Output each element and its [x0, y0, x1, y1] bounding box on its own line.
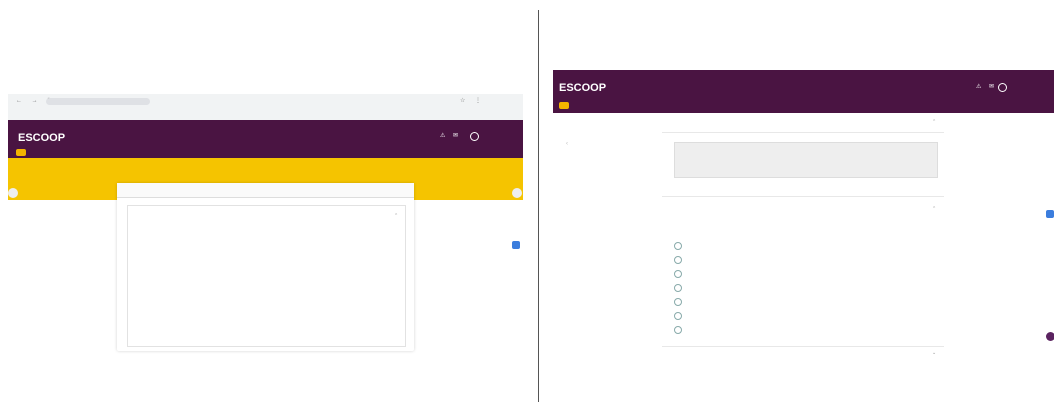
chat-fab-button[interactable]	[1046, 210, 1054, 218]
checklist-item[interactable]	[674, 270, 687, 278]
subnav-item-active[interactable]	[559, 102, 569, 109]
divider	[662, 346, 944, 347]
card-header	[117, 183, 414, 198]
checklist-item[interactable]	[674, 312, 687, 320]
user-menu[interactable]	[998, 83, 1009, 92]
app-logo[interactable]: ESCOOP	[18, 132, 65, 144]
description-box	[674, 142, 938, 178]
checklist-item[interactable]	[674, 298, 687, 306]
chevron-up-icon[interactable]: ⌃	[394, 213, 398, 219]
browser-chrome: ← → ↻ ☆ ⋮	[8, 94, 523, 120]
help-fab-button[interactable]	[1046, 332, 1054, 341]
main-content: ⌃ ⌃ ⌄	[662, 114, 944, 402]
carousel-next-button[interactable]	[512, 188, 522, 198]
browser-action-icons[interactable]: ☆ ⋮	[460, 97, 485, 104]
accordion-panel: ⌃	[127, 205, 406, 347]
subnav-item-active[interactable]	[16, 149, 26, 156]
bookmarks-bar[interactable]	[16, 109, 496, 115]
header-icons[interactable]: ⚠ ✉	[976, 83, 997, 90]
chevron-down-icon[interactable]: ⌄	[932, 350, 936, 356]
sub-navigation	[559, 102, 623, 109]
avatar-icon	[470, 132, 479, 141]
app-header: ESCOOP ⚠ ✉	[553, 70, 1054, 113]
check-circle-icon	[674, 326, 682, 334]
user-menu[interactable]	[470, 132, 481, 141]
carousel-prev-button[interactable]	[8, 188, 18, 198]
header-icons[interactable]: ⚠ ✉	[440, 132, 461, 139]
checklist-item[interactable]	[674, 256, 687, 264]
screenshot-divider	[538, 10, 539, 402]
checklist-item[interactable]	[674, 242, 687, 250]
check-circle-icon	[674, 242, 682, 250]
sub-navigation	[16, 149, 80, 156]
check-circle-icon	[674, 284, 682, 292]
avatar-icon	[998, 83, 1007, 92]
chevron-up-icon[interactable]: ⌃	[932, 206, 936, 212]
divider	[662, 196, 944, 197]
content-card: ⌃	[117, 183, 414, 351]
app-header: ESCOOP ⚠ ✉	[8, 120, 523, 158]
url-bar[interactable]	[46, 98, 150, 105]
check-circle-icon	[674, 256, 682, 264]
checklist-item[interactable]	[674, 326, 687, 334]
check-circle-icon	[674, 270, 682, 278]
chevron-up-icon[interactable]: ⌃	[932, 119, 936, 125]
app-logo[interactable]: ESCOOP	[559, 82, 606, 94]
divider	[662, 132, 944, 133]
checklist-item[interactable]	[674, 284, 687, 292]
chevron-left-icon[interactable]: ‹	[566, 141, 568, 147]
check-circle-icon	[674, 298, 682, 306]
check-circle-icon	[674, 312, 682, 320]
chat-fab-button[interactable]	[512, 241, 520, 249]
